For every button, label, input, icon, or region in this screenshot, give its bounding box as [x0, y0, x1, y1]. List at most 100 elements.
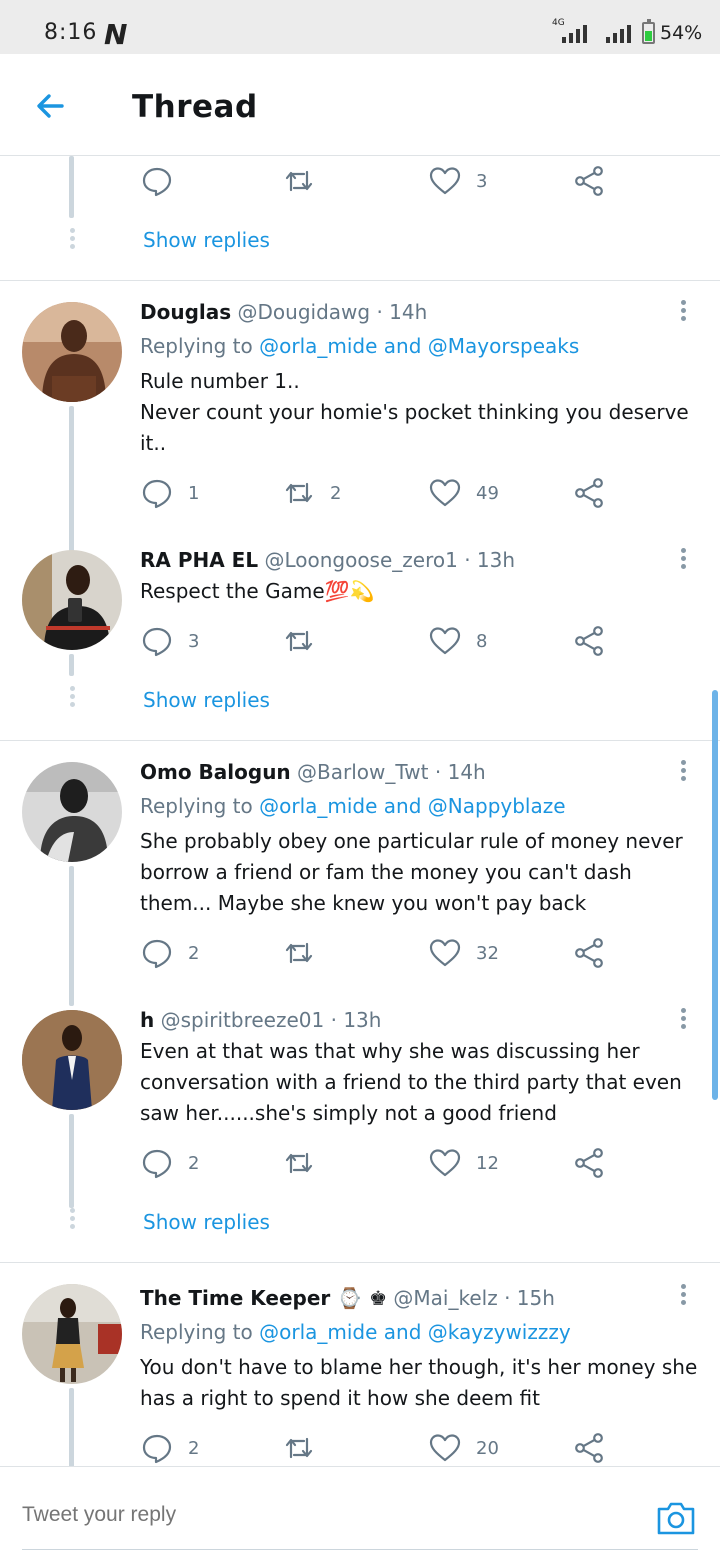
display-name[interactable]: Douglas [140, 300, 231, 324]
reply-button[interactable]: 2 [140, 936, 199, 970]
more-vertical-icon[interactable] [674, 1006, 692, 1036]
reply-button[interactable] [140, 164, 174, 198]
retweet-icon [285, 170, 313, 192]
display-name[interactable]: h [140, 1008, 154, 1032]
share-button[interactable] [572, 936, 606, 970]
retweet-icon [285, 1152, 313, 1174]
share-icon [575, 166, 603, 196]
display-name[interactable]: RA PHA EL [140, 548, 258, 572]
reply-button[interactable]: 3 [140, 624, 199, 658]
tweet-actions: 2 20 [140, 1431, 620, 1465]
mention-link[interactable]: @orla_mide [259, 794, 377, 818]
app-header: Thread [0, 54, 720, 156]
retweet-icon [285, 482, 313, 504]
avatar[interactable] [22, 762, 122, 862]
scrollbar[interactable] [712, 690, 718, 1100]
more-vertical-icon[interactable] [674, 1282, 692, 1312]
share-button[interactable] [572, 1146, 606, 1180]
share-button[interactable] [572, 164, 606, 198]
divider [0, 280, 720, 281]
timestamp: 15h [516, 1286, 555, 1310]
retweet-button[interactable]: 2 [282, 476, 341, 510]
reply-button[interactable]: 2 [140, 1146, 199, 1180]
more-vertical-icon[interactable] [674, 758, 692, 788]
separator-dot: · [504, 1286, 511, 1310]
retweet-button[interactable] [282, 936, 316, 970]
tweet-text: Even at that was that why she was discus… [140, 1039, 682, 1125]
thread-feed[interactable]: 3 Show replies Douglas @Dougidawg · 14h … [0, 156, 720, 1466]
reply-button[interactable]: 1 [140, 476, 199, 510]
share-icon [575, 478, 603, 508]
timestamp: 13h [476, 548, 516, 572]
tweet-text: Respect the Game💯💫 [140, 579, 375, 603]
show-replies-link[interactable]: Show replies [143, 1210, 270, 1234]
retweet-button[interactable] [282, 1431, 316, 1465]
thread-line [69, 1114, 74, 1208]
like-button[interactable]: 3 [428, 164, 487, 198]
reply-button[interactable]: 2 [140, 1431, 199, 1465]
like-button[interactable]: 32 [428, 936, 499, 970]
reply-icon [142, 939, 172, 969]
like-button[interactable]: 20 [428, 1431, 499, 1465]
retweet-icon [285, 630, 313, 652]
show-replies-link[interactable]: Show replies [143, 228, 270, 252]
tweet-header: h @spiritbreeze01 · 13h [140, 1008, 381, 1032]
avatar[interactable] [22, 550, 122, 650]
heart-icon [429, 479, 461, 507]
replying-to: Replying to @orla_mide and @kayzywizzzy [140, 1320, 571, 1344]
thread-line [69, 1388, 74, 1466]
battery-icon [642, 19, 655, 44]
handle[interactable]: @Barlow_Twt [297, 760, 428, 784]
status-time: 8:16 [44, 20, 98, 45]
mention-link[interactable]: @orla_mide [259, 1320, 377, 1344]
handle[interactable]: @Dougidawg [238, 300, 371, 324]
like-count: 49 [476, 482, 499, 504]
share-button[interactable] [572, 476, 606, 510]
camera-icon[interactable] [656, 1499, 696, 1537]
avatar[interactable] [22, 1010, 122, 1110]
display-name[interactable]: Omo Balogun [140, 760, 291, 784]
separator-dot: · [376, 300, 383, 324]
page-title: Thread [132, 89, 258, 125]
retweet-button[interactable] [282, 164, 316, 198]
heart-icon [429, 1149, 461, 1177]
tweet-actions: 3 [140, 164, 620, 198]
handle[interactable]: @Mai_kelz [393, 1286, 497, 1310]
separator-dot: · [464, 548, 471, 572]
retweet-count: 2 [330, 482, 342, 504]
share-button[interactable] [572, 624, 606, 658]
like-button[interactable]: 49 [428, 476, 499, 510]
mention-link[interactable]: @orla_mide [259, 334, 377, 358]
like-count: 32 [476, 942, 499, 964]
mention-link[interactable]: @Mayorspeaks [428, 334, 579, 358]
display-name[interactable]: The Time Keeper ⌚ ♚ [140, 1286, 387, 1310]
reply-input[interactable] [22, 1503, 293, 1527]
tweet-actions: 2 12 [140, 1146, 620, 1180]
avatar[interactable] [22, 1284, 122, 1384]
heart-icon [429, 167, 461, 195]
heart-icon [429, 939, 461, 967]
handle[interactable]: @spiritbreeze01 [161, 1008, 325, 1032]
replying-to: Replying to @orla_mide and @Nappyblaze [140, 794, 566, 818]
thread-line [69, 156, 74, 218]
more-vertical-icon[interactable] [674, 546, 692, 576]
handle[interactable]: @Loongoose_zero1 [264, 548, 457, 572]
reply-icon [142, 479, 172, 509]
like-button[interactable]: 12 [428, 1146, 499, 1180]
mention-link[interactable]: @Nappyblaze [428, 794, 566, 818]
tweet-header: The Time Keeper ⌚ ♚ @Mai_kelz · 15h [140, 1286, 555, 1310]
mention-link[interactable]: @kayzywizzzy [428, 1320, 571, 1344]
more-vertical-icon[interactable] [674, 298, 692, 328]
reply-icon [142, 1434, 172, 1464]
show-replies-link[interactable]: Show replies [143, 688, 270, 712]
tweet-header: RA PHA EL @Loongoose_zero1 · 13h [140, 548, 515, 572]
like-button[interactable]: 8 [428, 624, 487, 658]
separator-dot: · [434, 760, 442, 784]
reply-count: 2 [188, 942, 200, 964]
avatar[interactable] [22, 302, 122, 402]
back-arrow-icon[interactable] [30, 86, 70, 126]
retweet-button[interactable] [282, 624, 316, 658]
reply-icon [142, 167, 172, 197]
retweet-button[interactable] [282, 1146, 316, 1180]
share-button[interactable] [572, 1431, 606, 1465]
